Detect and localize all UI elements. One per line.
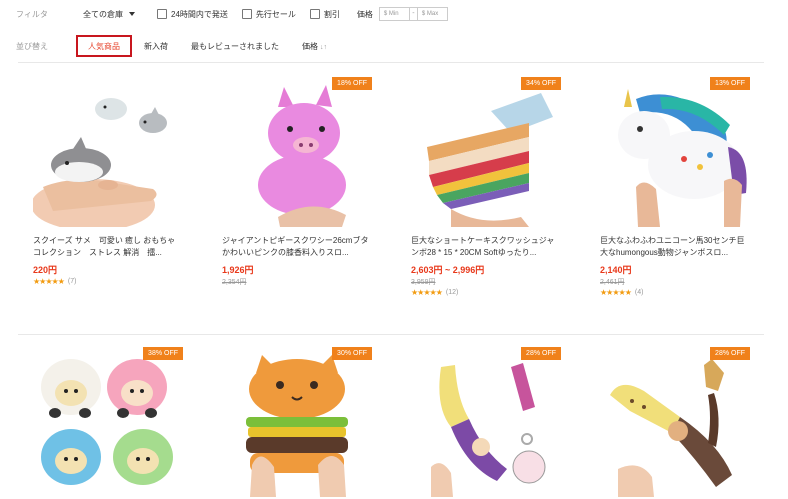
sort-most-reviewed[interactable]: 最もレビューされました xyxy=(191,41,279,52)
divider xyxy=(18,62,764,63)
product-card[interactable]: 30% OFF xyxy=(222,347,372,497)
product-image[interactable]: 13% OFF xyxy=(600,77,750,227)
star-rating-icon: ★★★★★ xyxy=(411,288,443,297)
product-image[interactable] xyxy=(33,77,183,227)
sort-bar: 並び替え 人気商品 新入荷 最もレビューされました 価格 ↓↑ xyxy=(16,35,350,57)
sort-price-label: 価格 xyxy=(302,41,318,51)
product-title[interactable]: 巨大なショートケーキスクワッシュジャンボ28 * 15 * 20CM Softゆ… xyxy=(411,235,561,259)
discount-badge: 34% OFF xyxy=(521,77,561,90)
unicorn-squishy-image xyxy=(600,77,750,227)
product-title[interactable]: スクイーズ サメ 可愛い 癒し おもちゃ コレクション ストレス 解消 擂... xyxy=(33,235,183,259)
sort-label: 並び替え xyxy=(16,41,48,51)
shark-squishy-image xyxy=(33,77,183,227)
product-original-price: 3,959円 xyxy=(411,279,436,286)
product-price: 1,926円 xyxy=(222,265,254,275)
product-card[interactable]: 38% OFF xyxy=(33,347,183,497)
product-image[interactable]: 34% OFF xyxy=(411,77,561,227)
product-price: 220円 xyxy=(33,265,58,275)
discount-badge: 28% OFF xyxy=(521,347,561,360)
divider xyxy=(18,334,764,335)
burger-cat-squishy-image xyxy=(222,347,372,497)
review-count[interactable]: (12) xyxy=(446,289,458,296)
banana-squishy-image xyxy=(411,347,561,497)
sort-arrows-icon: ↓↑ xyxy=(320,43,327,51)
discount-badge: 38% OFF xyxy=(143,347,183,360)
checkbox-box[interactable] xyxy=(157,9,167,19)
discount-badge: 28% OFF xyxy=(710,347,750,360)
checkbox-presale[interactable]: 先行セール xyxy=(241,9,296,20)
warehouse-value: 全ての倉庫 xyxy=(83,9,123,19)
review-count[interactable]: (4) xyxy=(635,289,644,296)
checkbox-label: 24時間内で発送 xyxy=(171,9,228,19)
sort-popular[interactable]: 人気商品 xyxy=(76,35,132,57)
product-original-price: 2,354円 xyxy=(222,279,247,286)
product-card[interactable]: 13% OFF 巨大なふわふわユニコーン馬30センチ巨大なhumongous動物… xyxy=(600,77,750,297)
star-rating-icon: ★★★★★ xyxy=(600,288,632,297)
product-image[interactable]: 18% OFF xyxy=(222,77,372,227)
product-image[interactable]: 30% OFF xyxy=(222,347,372,497)
product-card[interactable]: 18% OFF ジャイアントピギースクワシー26cmブタかわいいピンクの膝香料入… xyxy=(222,77,372,287)
cake-squishy-image xyxy=(411,77,561,227)
product-card[interactable]: 34% OFF 巨大なショートケーキスクワッシュジャンボ28 * 15 * 20… xyxy=(411,77,561,297)
pig-squishy-image xyxy=(222,77,372,227)
product-image[interactable]: 28% OFF xyxy=(600,347,750,497)
star-rating-icon: ★★★★★ xyxy=(33,277,65,286)
warehouse-dropdown[interactable]: 全ての倉庫 xyxy=(83,9,157,20)
product-card[interactable]: 28% OFF xyxy=(600,347,750,497)
product-card[interactable]: スクイーズ サメ 可愛い 癒し おもちゃ コレクション ストレス 解消 擂...… xyxy=(33,77,183,286)
product-title[interactable]: 巨大なふわふわユニコーン馬30センチ巨大なhumongous動物ジャンボスロ..… xyxy=(600,235,750,259)
product-rating: ★★★★★ (12) xyxy=(411,288,561,297)
product-title[interactable]: ジャイアントピギースクワシー26cmブタかわいいピンクの膝香料入りスロ... xyxy=(222,235,372,259)
price-max-input[interactable]: $ Max xyxy=(416,7,448,21)
filter-bar: フィルタ 全ての倉庫 24時間内で発送 先行セール 割引 価格 $ Min - … xyxy=(16,6,448,22)
product-price: 2,603円 ~ 2,996円 xyxy=(411,265,485,275)
filter-label: フィルタ xyxy=(16,9,48,19)
price-filter-label: 価格 xyxy=(356,9,373,19)
product-image[interactable]: 38% OFF xyxy=(33,347,183,497)
review-count[interactable]: (7) xyxy=(68,278,77,285)
product-price: 2,140円 xyxy=(600,265,632,275)
checkbox-label: 割引 xyxy=(323,9,340,19)
checkbox-24h-shipping[interactable]: 24時間内で発送 xyxy=(157,9,228,20)
sort-price[interactable]: 価格 ↓↑ xyxy=(302,41,327,52)
product-rating: ★★★★★ (7) xyxy=(33,277,183,286)
discount-badge: 18% OFF xyxy=(332,77,372,90)
price-range-dash: - xyxy=(409,7,417,21)
checkbox-box[interactable] xyxy=(241,9,252,19)
price-min-input[interactable]: $ Min xyxy=(378,7,410,21)
banana-monkey-squishy-image xyxy=(600,347,750,497)
checkbox-label: 先行セール xyxy=(255,9,296,19)
sort-new-arrivals[interactable]: 新入荷 xyxy=(144,41,168,52)
discount-badge: 30% OFF xyxy=(332,347,372,360)
caret-down-icon xyxy=(129,12,135,16)
checkbox-discount[interactable]: 割引 xyxy=(309,9,340,20)
checkbox-box[interactable] xyxy=(309,9,320,19)
product-rating: ★★★★★ (4) xyxy=(600,288,750,297)
product-original-price: 2,461円 xyxy=(600,279,625,286)
sheep-squishy-image xyxy=(33,347,183,497)
product-image[interactable]: 28% OFF xyxy=(411,347,561,497)
discount-badge: 13% OFF xyxy=(710,77,750,90)
product-card[interactable]: 28% OFF xyxy=(411,347,561,497)
